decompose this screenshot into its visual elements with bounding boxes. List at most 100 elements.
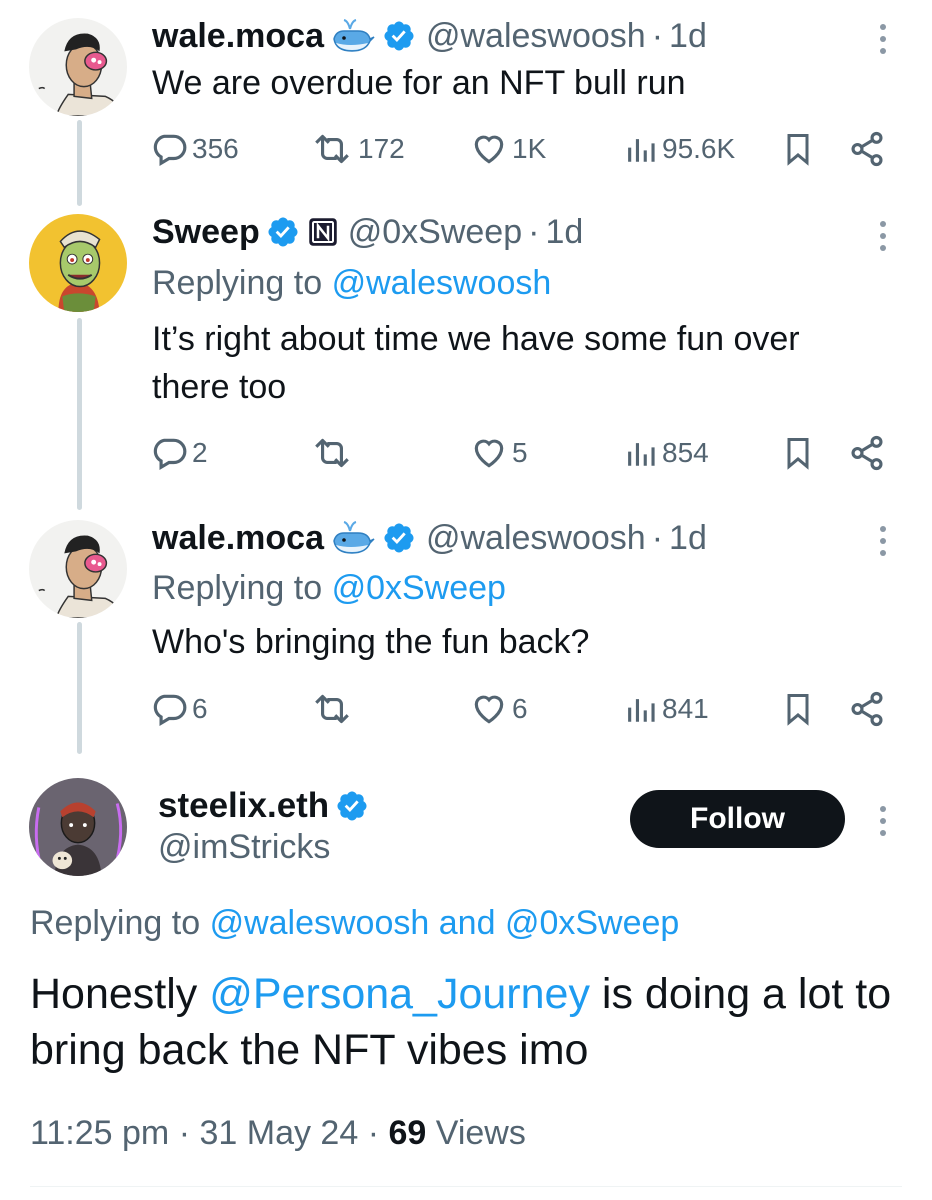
focused-author: steelix.eth (158, 786, 369, 826)
tweet-text: We are overdue for an NFT bull run (152, 64, 686, 102)
thread-line (77, 120, 82, 206)
author-name[interactable]: steelix.eth (158, 786, 329, 826)
thread-line (77, 622, 82, 754)
reply-button[interactable]: 6 (150, 690, 208, 728)
reply-button[interactable]: 356 (150, 130, 239, 168)
reply-icon (153, 694, 187, 727)
avatar[interactable] (29, 520, 127, 618)
bookmark-icon (787, 694, 809, 726)
share-button[interactable] (848, 690, 886, 728)
views-label: Views (435, 1114, 526, 1152)
repost-icon (315, 438, 349, 468)
mention-link[interactable]: @0xSweep (332, 569, 506, 607)
separator-dot: · (651, 519, 664, 557)
tweet-time[interactable]: 1d (545, 212, 583, 252)
focused-tweet-text: Honestly @Persona_Journey is doing a lot… (30, 966, 910, 1078)
repost-button[interactable] (310, 690, 358, 728)
verified-icon (382, 521, 416, 555)
tweet-time[interactable]: 11:25 pm (30, 1114, 169, 1152)
mention-link[interactable]: @waleswoosh (210, 904, 430, 942)
avatar[interactable] (29, 778, 127, 876)
reply-icon (153, 134, 187, 167)
tweet-date[interactable]: 31 May 24 (199, 1114, 358, 1152)
views-icon (628, 443, 655, 466)
repost-icon (315, 134, 349, 164)
verified-icon (266, 215, 300, 249)
separator-dot: · (528, 213, 540, 251)
views-button[interactable]: 841 (624, 690, 709, 728)
whale-icon (330, 519, 376, 557)
like-count: 5 (512, 437, 528, 468)
author-handle[interactable]: @imStricks (158, 828, 330, 867)
view-count: 841 (662, 693, 709, 724)
mention-link[interactable]: @Persona_Journey (209, 970, 590, 1018)
reply-count: 356 (192, 133, 239, 164)
bookmark-button[interactable] (780, 130, 816, 168)
bookmark-button[interactable] (780, 434, 816, 472)
mention-link[interactable]: @0xSweep (505, 904, 679, 942)
tweet-header: Sweep @0xSweep · 1d (152, 212, 583, 252)
tweet-text: Who's bringing the fun back? (152, 623, 590, 661)
like-icon (474, 439, 504, 468)
avatar[interactable] (29, 214, 127, 312)
like-button[interactable]: 1K (470, 130, 546, 168)
like-icon (474, 695, 504, 724)
like-count: 6 (512, 693, 528, 724)
share-button[interactable] (848, 434, 886, 472)
repost-button[interactable] (310, 434, 358, 472)
author-handle[interactable]: @waleswoosh (426, 518, 646, 558)
replying-label: Replying to (152, 264, 323, 302)
replying-and: and (438, 904, 496, 942)
replying-to: Replying to @waleswoosh (152, 263, 551, 303)
reply-button[interactable]: 2 (150, 434, 208, 472)
like-icon (474, 135, 504, 164)
tweet-time[interactable]: 1d (669, 16, 707, 56)
reply-count: 2 (192, 437, 208, 468)
bookmark-icon (787, 134, 809, 166)
views-button[interactable]: 95.6K (624, 130, 735, 168)
views-icon (628, 699, 655, 722)
view-count: 854 (662, 437, 709, 468)
reply-icon (153, 438, 187, 471)
whale-icon (330, 17, 376, 55)
author-name[interactable]: Sweep (152, 212, 260, 252)
verified-icon (335, 789, 369, 823)
author-name[interactable]: wale.moca (152, 16, 324, 56)
like-button[interactable]: 6 (470, 690, 528, 728)
text-part: Honestly (30, 970, 210, 1018)
view-count: 95.6K (662, 133, 736, 164)
share-icon (851, 435, 883, 471)
verified-icon (382, 19, 416, 53)
follow-button[interactable]: Follow (630, 790, 845, 848)
replying-label: Replying to (30, 904, 201, 942)
mention-link[interactable]: @waleswoosh (332, 264, 552, 302)
bookmark-button[interactable] (780, 690, 816, 728)
separator-dot: · (651, 17, 664, 55)
replying-to: Replying to @waleswoosh and @0xSweep (30, 904, 679, 943)
nft-badge-icon (308, 217, 338, 247)
repost-count: 172 (358, 133, 405, 164)
author-handle[interactable]: @waleswoosh (426, 16, 646, 56)
share-button[interactable] (848, 130, 886, 168)
tweet-time[interactable]: 1d (669, 518, 707, 558)
thread-line (77, 318, 82, 510)
avatar[interactable] (29, 18, 127, 116)
separator-dot: · (178, 1114, 191, 1152)
author-name[interactable]: wale.moca (152, 518, 324, 558)
separator-dot: · (367, 1114, 380, 1152)
share-icon (851, 131, 883, 167)
more-icon[interactable] (878, 526, 888, 556)
tweet-header: wale.moca @waleswoosh · 1d (152, 16, 707, 56)
author-handle[interactable]: @0xSweep (348, 212, 522, 252)
more-icon[interactable] (878, 806, 888, 836)
more-icon[interactable] (878, 221, 888, 251)
more-icon[interactable] (878, 24, 888, 54)
like-button[interactable]: 5 (470, 434, 528, 472)
views-icon (628, 139, 655, 162)
repost-icon (315, 694, 349, 724)
like-count: 1K (512, 133, 547, 164)
tweet-meta: 11:25 pm · 31 May 24 · 69 Views (30, 1114, 526, 1153)
repost-button[interactable]: 172 (310, 130, 405, 168)
views-button[interactable]: 854 (624, 434, 709, 472)
replying-to: Replying to @0xSweep (152, 568, 506, 608)
